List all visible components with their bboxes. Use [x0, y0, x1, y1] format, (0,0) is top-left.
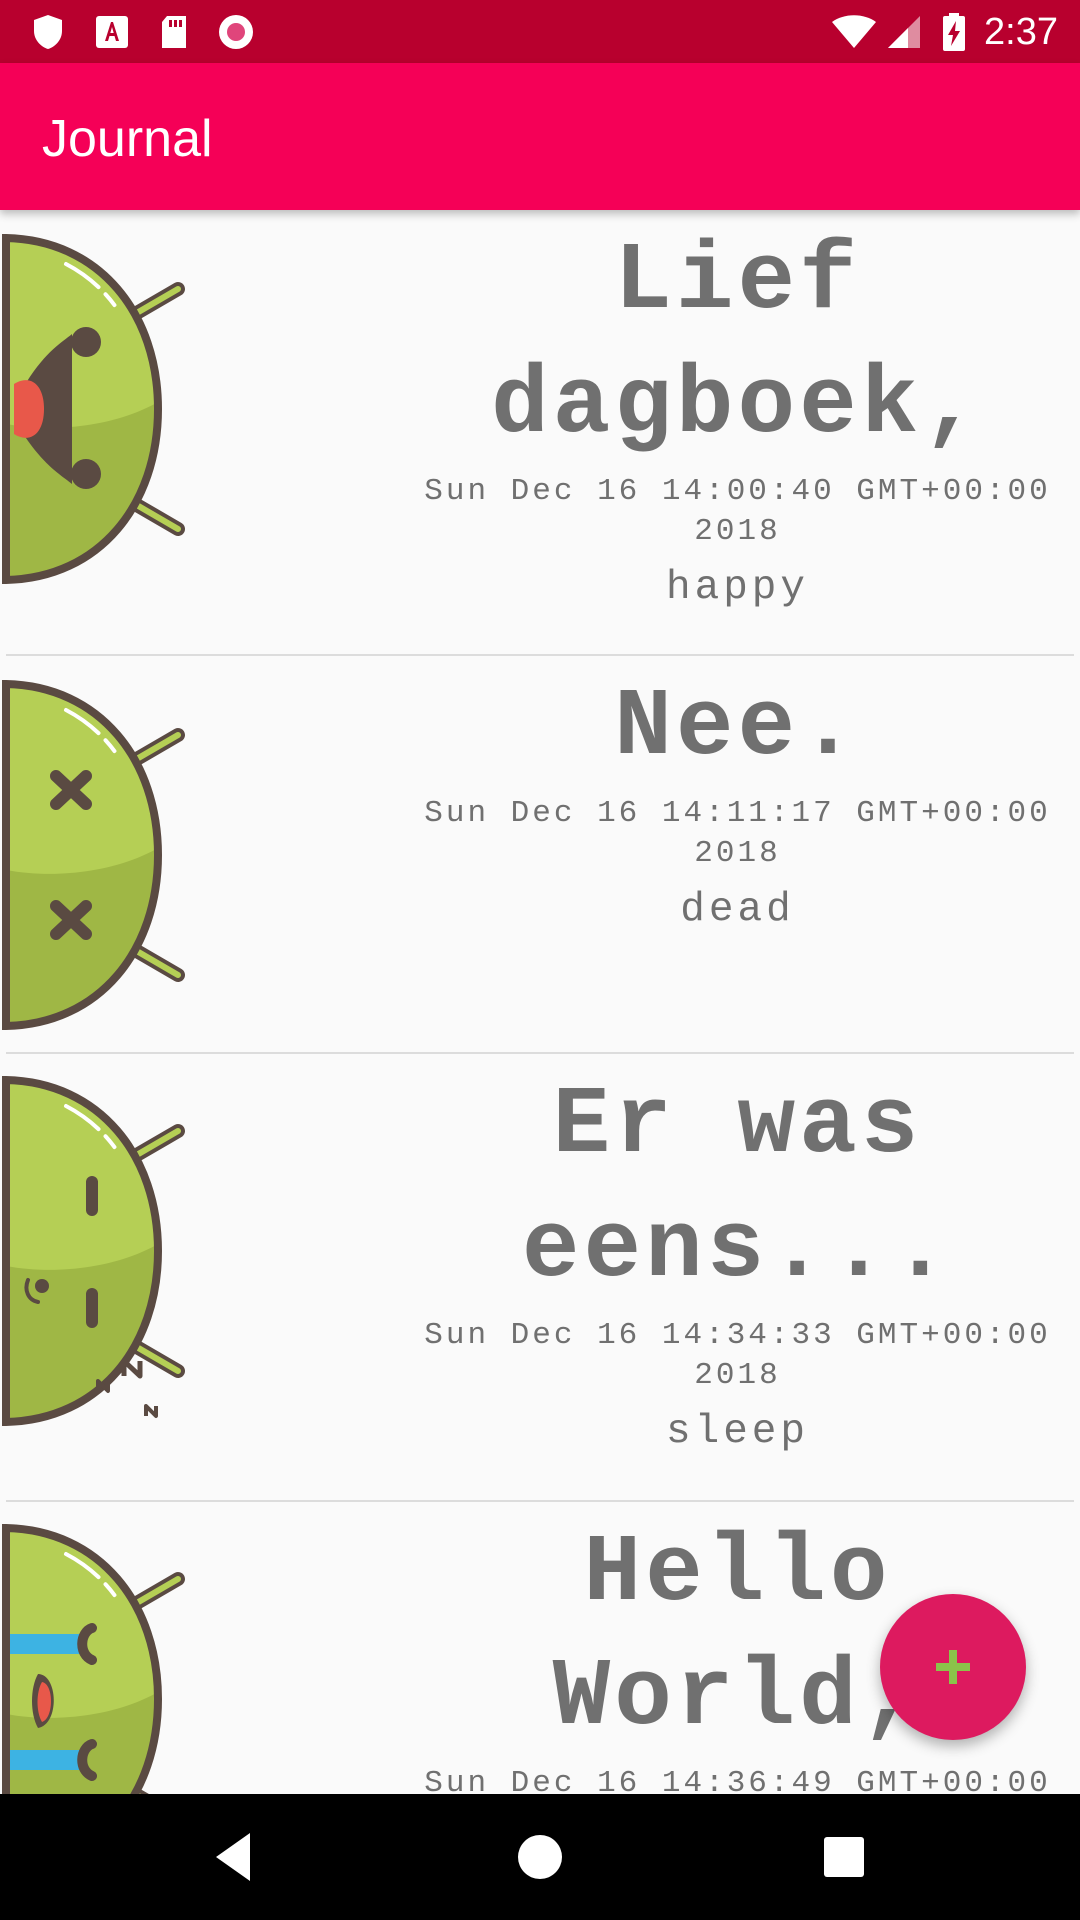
entry-mood: happy	[665, 565, 810, 611]
home-icon[interactable]	[510, 1827, 570, 1887]
entry-date: Sun Dec 16 14:34:33 GMT+00:00 2018	[424, 1318, 1051, 1393]
sd-card-icon	[162, 16, 186, 48]
entry-title: Er was eens...	[521, 1071, 954, 1304]
plus-icon	[936, 1650, 970, 1684]
entry-date: Sun Dec 16 14:36:49 GMT+00:00	[424, 1766, 1051, 1794]
page-title: Journal	[42, 110, 213, 168]
entry-mood: sleep	[665, 1409, 810, 1455]
signal-icon	[888, 16, 920, 48]
navigation-bar	[0, 1794, 1080, 1920]
crying-android-icon	[1, 1524, 185, 1794]
font-download-icon	[96, 16, 128, 48]
record-icon	[219, 15, 253, 49]
shield-icon	[34, 15, 62, 49]
entry-mood: dead	[680, 887, 795, 933]
entry-text: Nee. Sun Dec 16 14:11:17 GMT+00:00 2018 …	[405, 666, 1070, 936]
entry-text: Er was eens... Sun Dec 16 14:34:33 GMT+0…	[405, 1064, 1070, 1458]
journal-entry[interactable]: Lief dagboek, Sun Dec 16 14:00:40 GMT+00…	[0, 210, 1080, 656]
app-bar: Journal	[0, 63, 1080, 210]
journal-list[interactable]: Lief dagboek, Sun Dec 16 14:00:40 GMT+00…	[0, 210, 1080, 1794]
journal-entry[interactable]: Nee. Sun Dec 16 14:11:17 GMT+00:00 2018 …	[0, 656, 1080, 1054]
back-icon[interactable]	[206, 1827, 266, 1887]
sleep-android-icon	[1, 1076, 185, 1426]
status-bar: 2:37	[0, 0, 1080, 63]
happy-android-icon	[1, 234, 185, 584]
wifi-icon	[832, 15, 876, 48]
entry-date: Sun Dec 16 14:11:17 GMT+00:00 2018	[424, 796, 1051, 871]
recents-icon[interactable]	[814, 1827, 874, 1887]
add-entry-button[interactable]	[880, 1594, 1026, 1740]
clock: 2:37	[984, 11, 1058, 53]
battery-charging-icon	[943, 13, 965, 51]
dead-android-icon	[1, 680, 185, 1030]
entry-title: Lief dagboek,	[491, 227, 984, 460]
entry-date: Sun Dec 16 14:00:40 GMT+00:00 2018	[424, 474, 1051, 549]
journal-entry[interactable]: Er was eens... Sun Dec 16 14:34:33 GMT+0…	[0, 1054, 1080, 1502]
screen: 2:37 Journal Lief dagboek, Sun Dec 16 14…	[0, 0, 1080, 1920]
entry-text: Lief dagboek, Sun Dec 16 14:00:40 GMT+00…	[405, 220, 1070, 614]
entry-title: Nee.	[614, 673, 861, 782]
